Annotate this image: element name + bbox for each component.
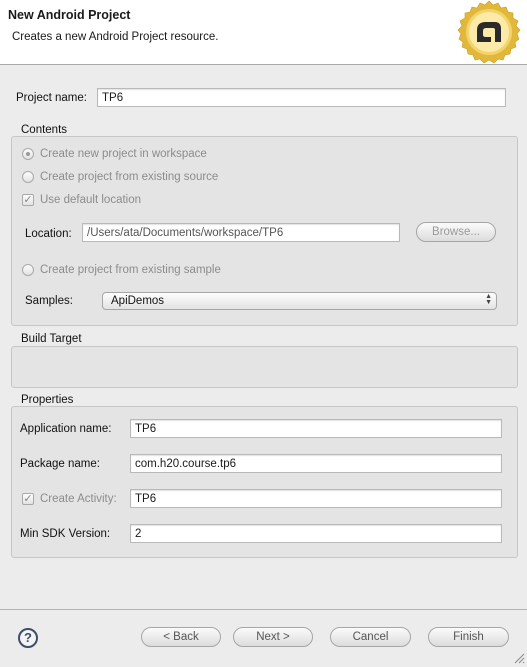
cancel-button[interactable]: Cancel (330, 627, 411, 647)
samples-select[interactable]: ApiDemos ▲ ▼ (102, 292, 497, 310)
samples-label: Samples: (25, 295, 73, 307)
wizard-title: New Android Project (8, 8, 131, 22)
build-target-group (11, 346, 518, 388)
radio-new-project[interactable] (22, 148, 34, 160)
application-name-input[interactable]: TP6 (130, 419, 502, 438)
help-icon[interactable]: ? (18, 628, 38, 648)
radio-new-project-label: Create new project in workspace (40, 148, 207, 160)
browse-button[interactable]: Browse... (416, 222, 496, 242)
create-activity-label: Create Activity: (40, 493, 117, 505)
use-default-location-checkbox[interactable]: ✓ (22, 194, 34, 206)
resize-grip-icon[interactable] (513, 652, 525, 664)
contents-legend: Contents (21, 124, 68, 136)
project-name-label: Project name: (16, 92, 87, 104)
updown-arrows-icon: ▲ ▼ (485, 293, 492, 306)
wizard-header: New Android Project Creates a new Androi… (0, 0, 527, 65)
radio-existing-source[interactable] (22, 171, 34, 183)
android-adt-seal-icon (457, 0, 521, 64)
wizard-subtitle: Creates a new Android Project resource. (12, 31, 219, 43)
properties-legend: Properties (21, 394, 74, 406)
samples-select-value: ApiDemos (111, 295, 165, 307)
build-target-legend: Build Target (21, 333, 82, 345)
project-name-input[interactable]: TP6 (97, 88, 506, 107)
create-activity-checkbox[interactable]: ✓ (22, 493, 34, 505)
radio-existing-source-label: Create project from existing source (40, 171, 219, 183)
location-input[interactable]: /Users/ata/Documents/workspace/TP6 (82, 223, 400, 242)
footer-separator (0, 609, 527, 610)
back-button[interactable]: < Back (141, 627, 221, 647)
radio-existing-sample[interactable] (22, 264, 34, 276)
use-default-location-label: Use default location (40, 194, 142, 206)
create-activity-input[interactable]: TP6 (130, 489, 502, 508)
location-label: Location: (25, 228, 72, 240)
min-sdk-input[interactable]: 2 (130, 524, 502, 543)
radio-existing-sample-label: Create project from existing sample (40, 264, 221, 276)
finish-button[interactable]: Finish (428, 627, 509, 647)
next-button[interactable]: Next > (233, 627, 313, 647)
package-name-input[interactable]: com.h20.course.tp6 (130, 454, 502, 473)
application-name-label: Application name: (20, 423, 112, 435)
min-sdk-label: Min SDK Version: (20, 528, 111, 540)
package-name-label: Package name: (20, 458, 100, 470)
